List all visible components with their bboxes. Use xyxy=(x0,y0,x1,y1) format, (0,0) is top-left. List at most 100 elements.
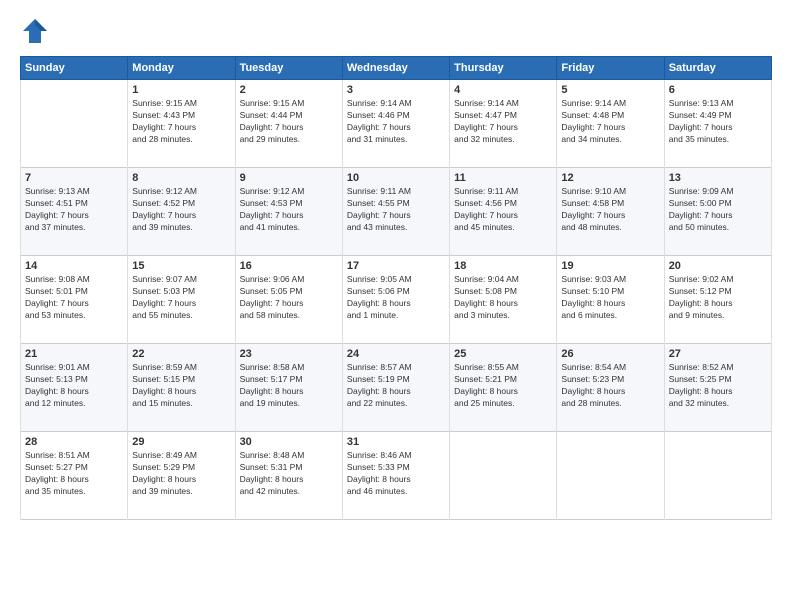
cell-content: Sunrise: 8:58 AM Sunset: 5:17 PM Dayligh… xyxy=(240,362,338,410)
col-header-sunday: Sunday xyxy=(21,57,128,80)
col-header-friday: Friday xyxy=(557,57,664,80)
cell-2-7: 13 Sunrise: 9:09 AM Sunset: 5:00 PM Dayli… xyxy=(664,168,771,256)
cell-5-5 xyxy=(450,432,557,520)
day-number: 24 xyxy=(347,348,445,360)
week-row-1: 1 Sunrise: 9:15 AM Sunset: 4:43 PM Daylig… xyxy=(21,80,772,168)
cell-2-6: 12 Sunrise: 9:10 AM Sunset: 4:58 PM Dayli… xyxy=(557,168,664,256)
cell-2-3: 9 Sunrise: 9:12 AM Sunset: 4:53 PM Daylig… xyxy=(235,168,342,256)
day-number: 8 xyxy=(132,172,230,184)
cell-content: Sunrise: 9:13 AM Sunset: 4:49 PM Dayligh… xyxy=(669,98,767,146)
day-number: 7 xyxy=(25,172,123,184)
cell-content: Sunrise: 8:59 AM Sunset: 5:15 PM Dayligh… xyxy=(132,362,230,410)
cell-1-7: 6 Sunrise: 9:13 AM Sunset: 4:49 PM Daylig… xyxy=(664,80,771,168)
day-number: 4 xyxy=(454,84,552,96)
cell-content: Sunrise: 9:04 AM Sunset: 5:08 PM Dayligh… xyxy=(454,274,552,322)
cell-5-6 xyxy=(557,432,664,520)
day-number: 20 xyxy=(669,260,767,272)
week-row-5: 28 Sunrise: 8:51 AM Sunset: 5:27 PM Dayli… xyxy=(21,432,772,520)
cell-4-4: 24 Sunrise: 8:57 AM Sunset: 5:19 PM Dayli… xyxy=(342,344,449,432)
cell-content: Sunrise: 9:09 AM Sunset: 5:00 PM Dayligh… xyxy=(669,186,767,234)
col-header-thursday: Thursday xyxy=(450,57,557,80)
cell-content: Sunrise: 9:12 AM Sunset: 4:52 PM Dayligh… xyxy=(132,186,230,234)
page: SundayMondayTuesdayWednesdayThursdayFrid… xyxy=(0,0,792,612)
day-number: 17 xyxy=(347,260,445,272)
day-number: 31 xyxy=(347,436,445,448)
cell-2-5: 11Sunrise: 9:11 AM Sunset: 4:56 PM Dayli… xyxy=(450,168,557,256)
cell-content: Sunrise: 9:14 AM Sunset: 4:47 PM Dayligh… xyxy=(454,98,552,146)
cell-1-5: 4 Sunrise: 9:14 AM Sunset: 4:47 PM Daylig… xyxy=(450,80,557,168)
cell-5-1: 28 Sunrise: 8:51 AM Sunset: 5:27 PM Dayli… xyxy=(21,432,128,520)
day-number: 30 xyxy=(240,436,338,448)
day-number: 11 xyxy=(454,172,552,184)
cell-content: Sunrise: 9:15 AM Sunset: 4:43 PM Dayligh… xyxy=(132,98,230,146)
day-number: 1 xyxy=(132,84,230,96)
cell-content: Sunrise: 9:01 AM Sunset: 5:13 PM Dayligh… xyxy=(25,362,123,410)
cell-content: Sunrise: 8:49 AM Sunset: 5:29 PM Dayligh… xyxy=(132,450,230,498)
day-number: 26 xyxy=(561,348,659,360)
cell-content: Sunrise: 9:08 AM Sunset: 5:01 PM Dayligh… xyxy=(25,274,123,322)
cell-3-2: 15 Sunrise: 9:07 AM Sunset: 5:03 PM Dayli… xyxy=(128,256,235,344)
cell-2-2: 8 Sunrise: 9:12 AM Sunset: 4:52 PM Daylig… xyxy=(128,168,235,256)
day-number: 19 xyxy=(561,260,659,272)
logo xyxy=(20,16,54,46)
cell-content: Sunrise: 9:03 AM Sunset: 5:10 PM Dayligh… xyxy=(561,274,659,322)
cell-content: Sunrise: 9:07 AM Sunset: 5:03 PM Dayligh… xyxy=(132,274,230,322)
cell-content: Sunrise: 9:14 AM Sunset: 4:46 PM Dayligh… xyxy=(347,98,445,146)
cell-3-1: 14 Sunrise: 9:08 AM Sunset: 5:01 PM Dayli… xyxy=(21,256,128,344)
cell-5-2: 29 Sunrise: 8:49 AM Sunset: 5:29 PM Dayli… xyxy=(128,432,235,520)
col-header-tuesday: Tuesday xyxy=(235,57,342,80)
cell-1-6: 5Sunrise: 9:14 AM Sunset: 4:48 PM Daylig… xyxy=(557,80,664,168)
day-number: 29 xyxy=(132,436,230,448)
cell-content: Sunrise: 9:05 AM Sunset: 5:06 PM Dayligh… xyxy=(347,274,445,322)
cell-content: Sunrise: 8:57 AM Sunset: 5:19 PM Dayligh… xyxy=(347,362,445,410)
calendar-table: SundayMondayTuesdayWednesdayThursdayFrid… xyxy=(20,56,772,520)
cell-3-7: 20Sunrise: 9:02 AM Sunset: 5:12 PM Dayli… xyxy=(664,256,771,344)
day-number: 15 xyxy=(132,260,230,272)
cell-content: Sunrise: 9:06 AM Sunset: 5:05 PM Dayligh… xyxy=(240,274,338,322)
cell-4-7: 27Sunrise: 8:52 AM Sunset: 5:25 PM Dayli… xyxy=(664,344,771,432)
cell-5-7 xyxy=(664,432,771,520)
day-number: 14 xyxy=(25,260,123,272)
day-number: 25 xyxy=(454,348,552,360)
day-number: 18 xyxy=(454,260,552,272)
header-row: SundayMondayTuesdayWednesdayThursdayFrid… xyxy=(21,57,772,80)
day-number: 28 xyxy=(25,436,123,448)
day-number: 13 xyxy=(669,172,767,184)
cell-content: Sunrise: 8:46 AM Sunset: 5:33 PM Dayligh… xyxy=(347,450,445,498)
day-number: 27 xyxy=(669,348,767,360)
cell-4-1: 21 Sunrise: 9:01 AM Sunset: 5:13 PM Dayli… xyxy=(21,344,128,432)
cell-content: Sunrise: 8:48 AM Sunset: 5:31 PM Dayligh… xyxy=(240,450,338,498)
cell-1-3: 2Sunrise: 9:15 AM Sunset: 4:44 PM Daylig… xyxy=(235,80,342,168)
day-number: 12 xyxy=(561,172,659,184)
cell-1-4: 3 Sunrise: 9:14 AM Sunset: 4:46 PM Daylig… xyxy=(342,80,449,168)
day-number: 6 xyxy=(669,84,767,96)
cell-4-2: 22 Sunrise: 8:59 AM Sunset: 5:15 PM Dayli… xyxy=(128,344,235,432)
cell-content: Sunrise: 9:15 AM Sunset: 4:44 PM Dayligh… xyxy=(240,98,338,146)
cell-3-5: 18 Sunrise: 9:04 AM Sunset: 5:08 PM Dayli… xyxy=(450,256,557,344)
cell-1-1 xyxy=(21,80,128,168)
cell-1-2: 1 Sunrise: 9:15 AM Sunset: 4:43 PM Daylig… xyxy=(128,80,235,168)
day-number: 21 xyxy=(25,348,123,360)
col-header-monday: Monday xyxy=(128,57,235,80)
day-number: 16 xyxy=(240,260,338,272)
day-number: 22 xyxy=(132,348,230,360)
cell-5-4: 31 Sunrise: 8:46 AM Sunset: 5:33 PM Dayli… xyxy=(342,432,449,520)
day-number: 3 xyxy=(347,84,445,96)
day-number: 9 xyxy=(240,172,338,184)
cell-content: Sunrise: 8:51 AM Sunset: 5:27 PM Dayligh… xyxy=(25,450,123,498)
col-header-wednesday: Wednesday xyxy=(342,57,449,80)
cell-content: Sunrise: 9:10 AM Sunset: 4:58 PM Dayligh… xyxy=(561,186,659,234)
header xyxy=(20,16,772,46)
cell-content: Sunrise: 9:12 AM Sunset: 4:53 PM Dayligh… xyxy=(240,186,338,234)
cell-content: Sunrise: 8:54 AM Sunset: 5:23 PM Dayligh… xyxy=(561,362,659,410)
logo-icon xyxy=(20,16,50,46)
cell-3-3: 16 Sunrise: 9:06 AM Sunset: 5:05 PM Dayli… xyxy=(235,256,342,344)
cell-2-1: 7 Sunrise: 9:13 AM Sunset: 4:51 PM Daylig… xyxy=(21,168,128,256)
cell-content: Sunrise: 9:13 AM Sunset: 4:51 PM Dayligh… xyxy=(25,186,123,234)
cell-5-3: 30 Sunrise: 8:48 AM Sunset: 5:31 PM Dayli… xyxy=(235,432,342,520)
cell-content: Sunrise: 8:55 AM Sunset: 5:21 PM Dayligh… xyxy=(454,362,552,410)
week-row-3: 14 Sunrise: 9:08 AM Sunset: 5:01 PM Dayli… xyxy=(21,256,772,344)
day-number: 10 xyxy=(347,172,445,184)
cell-content: Sunrise: 9:11 AM Sunset: 4:55 PM Dayligh… xyxy=(347,186,445,234)
col-header-saturday: Saturday xyxy=(664,57,771,80)
